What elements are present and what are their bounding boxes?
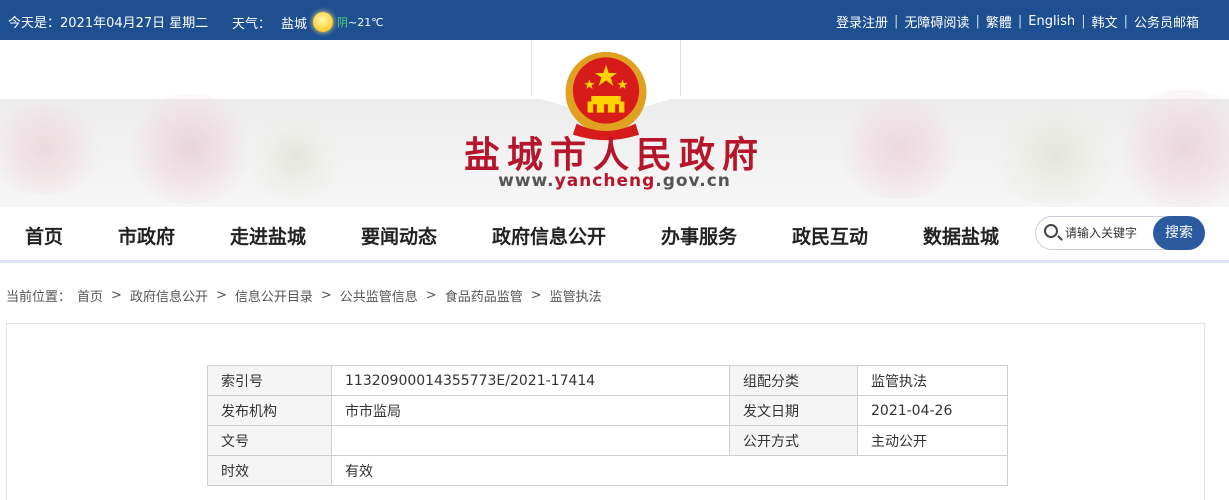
- meta-key: 文号: [207, 425, 332, 456]
- nav-item-interaction[interactable]: 政民互动: [792, 222, 868, 249]
- breadcrumb-food-drug[interactable]: 食品药品监管: [445, 286, 523, 305]
- civil-servant-mail-link[interactable]: 公务员邮箱: [1134, 12, 1199, 31]
- nav-item-home[interactable]: 首页: [25, 222, 63, 249]
- url-prefix: www.: [498, 171, 555, 191]
- meta-key: 时效: [207, 455, 332, 486]
- nav-item-services[interactable]: 办事服务: [661, 222, 737, 249]
- meta-key: 发文日期: [729, 395, 858, 426]
- nav-item-about-yancheng[interactable]: 走进盐城: [230, 222, 306, 249]
- nav-item-government-info[interactable]: 政府信息公开: [492, 222, 606, 249]
- chevron-right-icon: >: [320, 288, 332, 303]
- table-row: 索引号 11320900014355773E/2021-17414 组配分类 监…: [207, 365, 1008, 396]
- chevron-right-icon: >: [425, 288, 437, 303]
- divider: |: [1017, 14, 1023, 29]
- breadcrumb-government-info[interactable]: 政府信息公开: [130, 286, 208, 305]
- main-nav: 首页 市政府 走进盐城 要闻动态 政府信息公开 办事服务 政民互动 数据盐城 搜…: [0, 207, 1229, 263]
- nav-item-city-government[interactable]: 市政府: [118, 222, 175, 249]
- site-url: www.yancheng.gov.cn: [0, 171, 1229, 191]
- english-link[interactable]: English: [1028, 14, 1075, 29]
- chevron-right-icon: >: [530, 288, 542, 303]
- document-meta-table: 索引号 11320900014355773E/2021-17414 组配分类 监…: [207, 365, 1008, 486]
- breadcrumb-enforcement[interactable]: 监管执法: [550, 286, 602, 305]
- url-highlight: yancheng: [554, 171, 656, 191]
- breadcrumb-home[interactable]: 首页: [77, 286, 103, 305]
- search-icon: [1044, 224, 1058, 238]
- breadcrumb-catalog[interactable]: 信息公开目录: [235, 286, 313, 305]
- traditional-chinese-link[interactable]: 繁體: [986, 12, 1012, 31]
- url-suffix: .gov.cn: [655, 171, 731, 191]
- table-row: 文号 公开方式 主动公开: [207, 425, 1008, 456]
- divider: |: [975, 14, 980, 29]
- breadcrumb: 当前位置： 首页 > 政府信息公开 > 信息公开目录 > 公共监管信息 > 食品…: [6, 286, 602, 305]
- table-row: 发布机构 市市监局 发文日期 2021-04-26: [207, 395, 1008, 426]
- accessibility-link[interactable]: 无障碍阅读: [904, 12, 969, 31]
- date-text: 今天是：2021年04月27日 星期二: [8, 16, 209, 31]
- korean-link[interactable]: 韩文: [1092, 12, 1118, 31]
- site-banner: 盐城市人民政府 www.yancheng.gov.cn: [0, 40, 1229, 209]
- divider: |: [894, 14, 899, 29]
- meta-value: 监管执法: [857, 365, 1008, 396]
- sun-icon: [313, 12, 334, 32]
- weather-widget: 天气： 盐城 阴~21℃: [232, 12, 384, 32]
- meta-value: 11320900014355773E/2021-17414: [331, 365, 730, 396]
- weather-temp: 阴~21℃: [337, 14, 384, 30]
- search-box: 搜索: [1035, 216, 1205, 250]
- chevron-right-icon: >: [111, 288, 122, 303]
- login-link[interactable]: 登录注册: [836, 12, 888, 31]
- weather-condition: 阴: [337, 16, 349, 29]
- nav-item-data[interactable]: 数据盐城: [923, 222, 999, 249]
- search-input[interactable]: [1065, 223, 1153, 243]
- meta-key: 索引号: [207, 365, 332, 396]
- weather-city: 盐城: [281, 16, 308, 32]
- weather-temperature: ~21℃: [348, 16, 384, 29]
- article-container: 索引号 11320900014355773E/2021-17414 组配分类 监…: [6, 323, 1205, 500]
- chevron-right-icon: >: [215, 288, 227, 303]
- search-button[interactable]: 搜索: [1153, 216, 1205, 250]
- table-row: 时效 有效: [207, 455, 1008, 486]
- meta-value: 2021-04-26: [857, 395, 1008, 426]
- meta-value: [331, 425, 730, 456]
- meta-value: 有效: [331, 455, 1008, 486]
- breadcrumb-label: 当前位置：: [6, 290, 72, 305]
- weather-label: 天气：: [232, 16, 272, 32]
- top-bar: 今天是：2021年04月27日 星期二 天气： 盐城 阴~21℃ 登录注册 | …: [0, 0, 1229, 40]
- meta-key: 组配分类: [729, 365, 858, 396]
- meta-value: 主动公开: [857, 425, 1008, 456]
- breadcrumb-public-supervision[interactable]: 公共监管信息: [340, 286, 418, 305]
- divider: |: [1123, 14, 1128, 29]
- meta-key: 公开方式: [729, 425, 858, 456]
- top-links: 登录注册 | 无障碍阅读 | 繁體 | English | 韩文 | 公务员邮箱: [836, 12, 1199, 31]
- meta-key: 发布机构: [207, 395, 332, 426]
- meta-value: 市市监局: [331, 395, 730, 426]
- divider: |: [1081, 14, 1086, 29]
- nav-item-news[interactable]: 要闻动态: [361, 222, 437, 249]
